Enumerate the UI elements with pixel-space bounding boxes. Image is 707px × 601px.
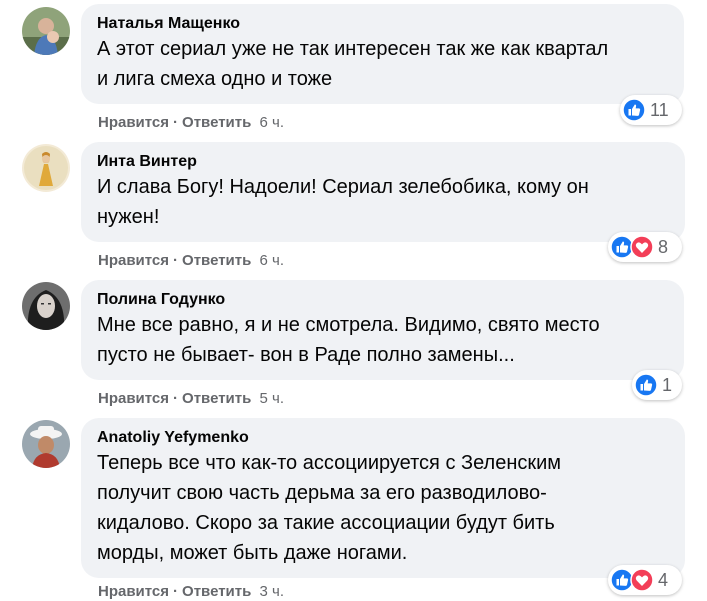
timestamp[interactable]: 6 ч. [260,114,285,131]
reaction-summary[interactable]: 8 [608,232,682,262]
reaction-count: 11 [650,99,669,120]
comment-text-line: морды, может быть даже ногами. [97,542,408,564]
author-name[interactable]: Наталья Мащенко [97,14,668,34]
like-button[interactable]: Нравится [98,583,169,600]
comment-actions: Нравится · Ответить 6 ч. [98,252,284,269]
like-button[interactable]: Нравится [98,114,169,131]
comment-actions: Нравится · Ответить 3 ч. [98,583,284,600]
avatar[interactable] [22,7,70,55]
like-button[interactable]: Нравится [98,390,169,407]
comment-text-line: А этот сериал уже не так интересен так ж… [97,38,609,60]
comment-bubble: Anatoliy Yefymenko Теперь все что как-то… [81,418,685,578]
avatar[interactable] [22,144,70,192]
reaction-count: 8 [658,236,669,257]
avatar[interactable] [22,420,70,468]
comment-text-line: пусто не бывает- вон в Раде полно замены… [97,344,515,366]
comment-bubble: Наталья Мащенко А этот сериал уже не так… [81,4,684,104]
like-reaction-icon [634,373,658,397]
author-name[interactable]: Anatoliy Yefymenko [97,428,669,448]
like-reaction-icon [622,98,646,122]
separator: · [173,252,179,269]
reaction-summary[interactable]: 11 [620,95,682,125]
avatar[interactable] [22,282,70,330]
comment-text-line: кидалово. Скоро за такие ассоциации буду… [97,512,555,534]
reply-button[interactable]: Ответить [182,583,251,600]
separator: · [173,390,179,407]
comment-text-line: И слава Богу! Надоели! Сериал зелебобика… [97,176,589,198]
timestamp[interactable]: 5 ч. [260,390,285,407]
comment-actions: Нравится · Ответить 6 ч. [98,114,284,131]
comment-actions: Нравится · Ответить 5 ч. [98,390,284,407]
reaction-count: 4 [658,569,669,590]
author-name[interactable]: Полина Годунко [97,290,668,310]
reaction-summary[interactable]: 4 [608,565,682,595]
love-reaction-icon [630,235,654,259]
separator: · [173,583,179,600]
comment-bubble: Инта Винтер И слава Богу! Надоели! Сериа… [81,142,685,242]
comment-text-line: нужен! [97,206,160,228]
reaction-count: 1 [662,374,673,395]
comment-text-line: Мне все равно, я и не смотрела. Видимо, … [97,314,600,336]
comment-text-line: и лига смеха одно и тоже [97,68,333,90]
comment-text-line: Теперь все что как-то ассоциируется с Зе… [97,452,562,474]
timestamp[interactable]: 6 ч. [260,252,285,269]
reply-button[interactable]: Ответить [182,114,251,131]
separator: · [173,114,179,131]
love-reaction-icon [630,568,654,592]
reply-button[interactable]: Ответить [182,252,251,269]
comment-bubble: Полина Годунко Мне все равно, я и не смо… [81,280,684,380]
reply-button[interactable]: Ответить [182,390,251,407]
reaction-summary[interactable]: 1 [632,370,682,400]
comment-text-line: получит свою часть дерьма за его разводи… [97,482,547,504]
like-button[interactable]: Нравится [98,252,169,269]
timestamp[interactable]: 3 ч. [260,583,285,600]
author-name[interactable]: Инта Винтер [97,152,669,172]
